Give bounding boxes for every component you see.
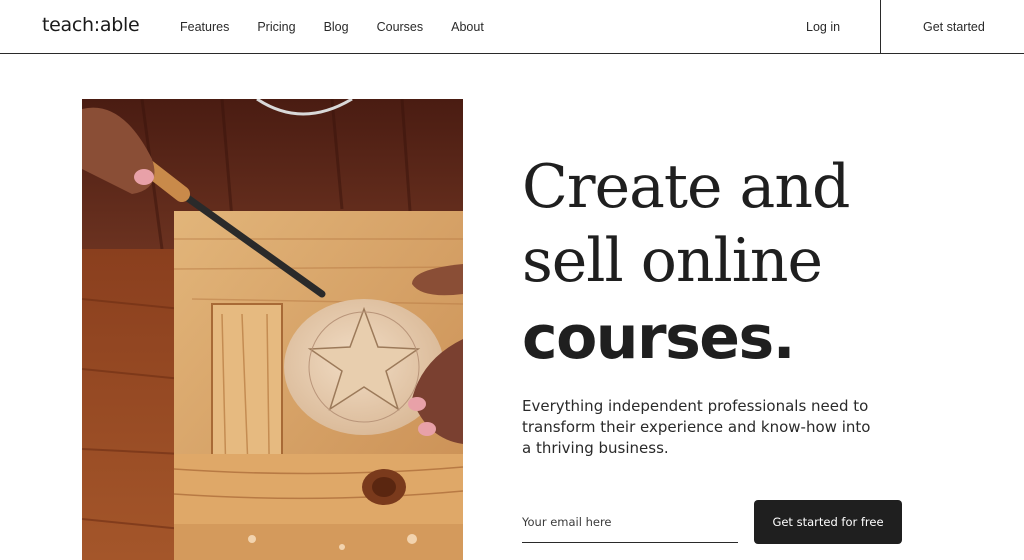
- get-started-nav-link[interactable]: Get started: [923, 20, 985, 34]
- nav-link-features[interactable]: Features: [180, 20, 229, 34]
- top-nav-bar: teach:able Features Pricing Blog Courses…: [0, 0, 1024, 54]
- hero-image-woodcarving: [82, 99, 463, 560]
- headline-line-1: Create and: [522, 152, 850, 222]
- email-input[interactable]: [522, 505, 738, 539]
- email-field-wrapper: [522, 505, 738, 543]
- get-started-free-button[interactable]: Get started for free: [754, 500, 902, 544]
- teachable-logo[interactable]: teach:able: [42, 14, 140, 36]
- nav-link-pricing[interactable]: Pricing: [257, 20, 295, 34]
- hero-subcopy: Everything independent professionals nee…: [522, 397, 871, 457]
- nav-link-courses[interactable]: Courses: [377, 20, 424, 34]
- hero-headline: Create and sell online courses.: [522, 150, 942, 378]
- main-nav: Features Pricing Blog Courses About: [180, 20, 484, 34]
- login-link[interactable]: Log in: [806, 20, 840, 34]
- nav-link-about[interactable]: About: [451, 20, 484, 34]
- nav-divider: [880, 0, 881, 54]
- nav-link-blog[interactable]: Blog: [324, 20, 349, 34]
- headline-line-2: sell online: [522, 226, 823, 296]
- headline-line-3: courses.: [522, 303, 796, 373]
